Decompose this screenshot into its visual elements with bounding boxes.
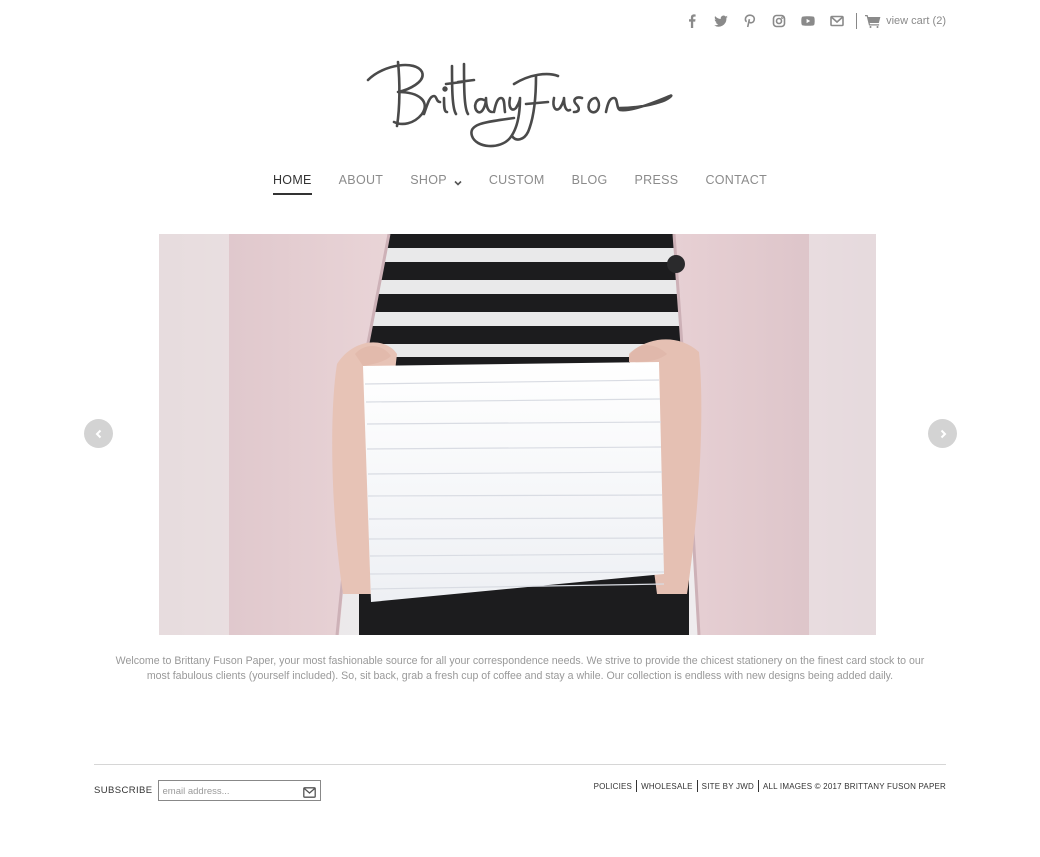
chevron-left-icon	[95, 429, 101, 438]
footer-link-site-by[interactable]: SITE BY JWD	[698, 782, 758, 791]
nav-item-home[interactable]: HOME	[272, 172, 312, 195]
view-cart-label: view cart (2)	[886, 15, 946, 27]
chevron-right-icon	[940, 429, 946, 438]
top-utility-bar: view cart (2)	[672, 12, 946, 30]
email-icon[interactable]	[828, 12, 846, 30]
chevron-down-icon	[454, 176, 462, 186]
nav-item-custom-label: CUSTOM	[488, 173, 545, 187]
nav-item-blog[interactable]: BLOG	[572, 172, 608, 188]
nav-item-shop[interactable]: SHOP	[410, 172, 462, 188]
nav-item-custom[interactable]: CUSTOM	[489, 172, 545, 188]
email-field-wrapper	[157, 780, 321, 801]
facebook-icon[interactable]	[683, 12, 701, 30]
send-mail-icon[interactable]	[302, 785, 316, 798]
subscribe-label: SUBSCRIBE	[94, 785, 153, 796]
nav-item-blog-label: BLOG	[571, 173, 608, 187]
nav-item-shop-label: SHOP	[410, 173, 447, 187]
hero-slide-image	[159, 234, 876, 635]
nav-item-press-label: PRESS	[634, 173, 679, 187]
main-nav: HOME ABOUT SHOP CUSTOM BLOG PRESS CONTAC…	[0, 172, 1040, 195]
slider-next-button[interactable]	[928, 419, 957, 448]
footer-link-policies[interactable]: POLICIES	[590, 782, 637, 791]
social-links	[672, 12, 846, 30]
view-cart-link[interactable]: view cart (2)	[865, 14, 946, 28]
slider-prev-button[interactable]	[84, 419, 113, 448]
nav-item-about-label: ABOUT	[338, 173, 384, 187]
email-field[interactable]	[158, 782, 320, 801]
footer-divider	[94, 764, 946, 765]
nav-item-home-label: HOME	[272, 173, 312, 187]
youtube-icon[interactable]	[799, 12, 817, 30]
nav-item-contact-label: CONTACT	[705, 173, 768, 187]
newsletter-subscribe: SUBSCRIBE	[94, 780, 321, 801]
pinterest-icon[interactable]	[741, 12, 759, 30]
nav-item-contact[interactable]: CONTACT	[705, 172, 767, 188]
topbar-divider	[856, 13, 858, 29]
footer-copyright: ALL IMAGES © 2017 BRITTANY FUSON PAPER	[762, 781, 946, 791]
footer-links: POLICIES WHOLESALE SITE BY JWD ALL IMAGE…	[590, 780, 946, 792]
intro-text: Welcome to Brittany Fuson Paper, your mo…	[115, 655, 925, 682]
nav-item-press[interactable]: PRESS	[635, 172, 679, 188]
twitter-icon[interactable]	[712, 12, 730, 30]
cart-icon	[865, 15, 881, 28]
footer-link-wholesale[interactable]: WHOLESALE	[637, 782, 697, 791]
nav-item-about[interactable]: ABOUT	[339, 172, 384, 188]
brand-logo[interactable]	[364, 52, 678, 152]
instagram-icon[interactable]	[770, 12, 788, 30]
